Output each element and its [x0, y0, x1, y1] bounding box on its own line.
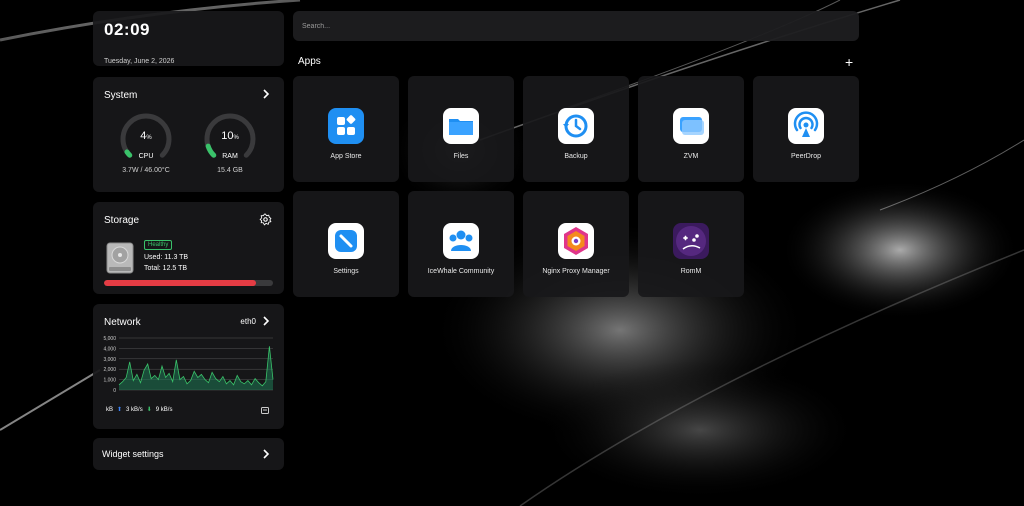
y-tick-label: 4,000 — [103, 346, 116, 352]
files-icon — [443, 108, 479, 144]
app-name: ZVM — [683, 153, 699, 160]
storage-usage-fill — [104, 280, 257, 286]
gear-icon[interactable] — [259, 213, 272, 226]
download-arrow-icon: ⬇ — [146, 407, 152, 413]
network-footer: kB ⬆ 3 kB/s ⬇ 9 kB/s — [106, 406, 173, 414]
app-tile-backup[interactable]: Backup — [523, 76, 629, 182]
backup-icon — [558, 108, 594, 144]
download-rate: 9 kB/s — [155, 406, 173, 413]
nginx-proxy-manager-icon — [558, 223, 594, 259]
app-tile-files[interactable]: Files — [408, 76, 514, 182]
system-title: System — [104, 90, 138, 101]
storage-used: Used: 11.3 TB — [144, 254, 189, 261]
app-tile-zvm[interactable]: ZVM — [638, 76, 744, 182]
ram-value: 10 — [221, 130, 234, 142]
network-interface[interactable]: eth0 — [240, 317, 256, 326]
cpu-unit: % — [146, 135, 152, 141]
storage-total: Total: 12.5 TB — [144, 265, 188, 272]
app-name: App Store — [330, 153, 362, 160]
app-name: IceWhale Community — [427, 268, 495, 275]
storage-usage-bar — [104, 280, 273, 286]
y-tick-label: 0 — [113, 388, 116, 394]
network-title: Network — [104, 317, 141, 328]
upload-rate: 3 kB/s — [126, 406, 143, 413]
ram-label: RAM — [222, 153, 238, 160]
storage-widget: Storage Healthy Used: 11.3 TB Total: 12.… — [93, 202, 284, 294]
clock-date: Tuesday, June 2, 2026 — [104, 58, 175, 65]
network-chart: 5,000 4,000 3,000 2,000 1,000 0 — [103, 336, 274, 394]
ram-gauge: 10% RAM — [202, 111, 258, 167]
romm-icon — [673, 223, 709, 259]
clock-time: 02:09 — [104, 20, 150, 39]
app-tile-peerdrop[interactable]: PeerDrop — [753, 76, 859, 182]
peerdrop-icon — [788, 108, 824, 144]
app-name: Files — [453, 153, 469, 160]
app-tile-nginx-proxy-manager[interactable]: Nginx Proxy Manager — [523, 191, 629, 297]
zvm-icon — [673, 108, 709, 144]
expand-icon[interactable] — [261, 407, 269, 414]
system-widget: System 4% CPU 3.7W / 46.00°C 10% RAM 15.… — [93, 77, 284, 192]
search-input[interactable] — [293, 11, 859, 41]
app-tile-icewhale-community[interactable]: IceWhale Community — [408, 191, 514, 297]
settings-icon — [328, 223, 364, 259]
ram-size: 15.4 GB — [217, 167, 243, 174]
add-app-button[interactable]: + — [845, 55, 853, 69]
upload-arrow-icon: ⬆ — [117, 407, 123, 413]
y-tick-label: 3,000 — [103, 357, 116, 363]
chevron-right-icon — [263, 449, 270, 459]
network-widget: Network eth0 5,000 4,000 3,000 2,000 1,000 0 … — [93, 304, 284, 429]
app-tile-app-store[interactable]: App Store — [293, 76, 399, 182]
y-tick-label: 5,000 — [103, 336, 116, 342]
widget-settings-label: Widget settings — [102, 449, 164, 459]
apps-title: Apps — [298, 56, 321, 67]
cpu-label: CPU — [138, 153, 154, 160]
y-tick-label: 2,000 — [103, 367, 116, 373]
app-tile-romm[interactable]: RomM — [638, 191, 744, 297]
hard-drive-icon — [106, 242, 134, 274]
storage-title: Storage — [104, 215, 140, 226]
app-name: Backup — [564, 153, 588, 160]
app-store-icon — [328, 108, 364, 144]
cpu-gauge: 4% CPU — [118, 111, 174, 167]
chevron-right-icon[interactable] — [260, 315, 272, 327]
y-tick-label: 1,000 — [103, 378, 116, 384]
widget-settings-button[interactable]: Widget settings — [93, 438, 284, 470]
app-name: Nginx Proxy Manager — [542, 268, 610, 275]
chevron-right-icon[interactable] — [260, 88, 272, 100]
clock-widget: 02:09 Tuesday, June 2, 2026 — [93, 11, 284, 66]
network-unit: kB — [106, 406, 114, 413]
status-badge: Healthy — [144, 240, 173, 250]
app-name: Settings — [333, 268, 359, 275]
app-tile-settings[interactable]: Settings — [293, 191, 399, 297]
cpu-power-temp: 3.7W / 46.00°C — [122, 167, 170, 174]
app-name: PeerDrop — [791, 153, 821, 160]
app-name: RomM — [680, 268, 702, 275]
ram-unit: % — [233, 135, 239, 141]
community-icon — [443, 223, 479, 259]
